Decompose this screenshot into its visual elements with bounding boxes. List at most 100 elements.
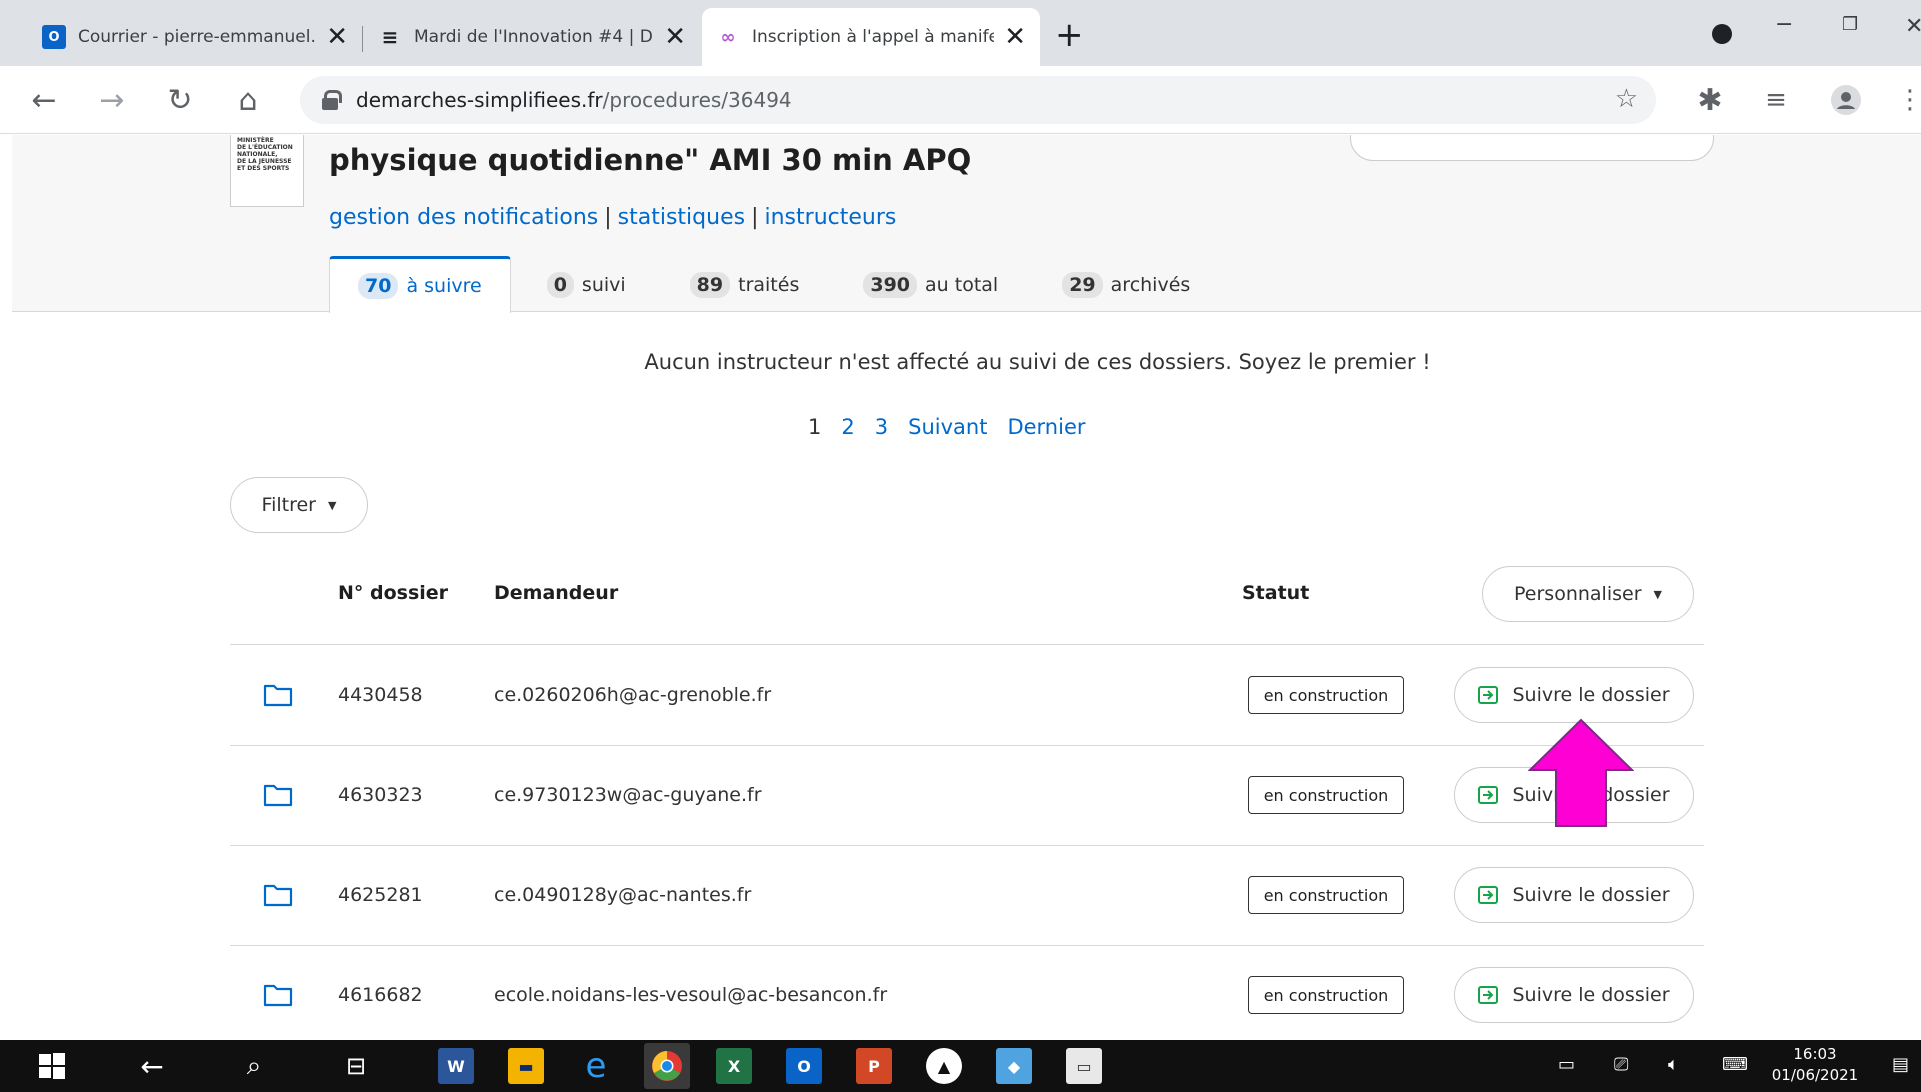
media-queue-icon[interactable]: ≡: [1756, 80, 1796, 120]
header-action-pill[interactable]: [1350, 135, 1714, 161]
customize-label: Personnaliser: [1514, 583, 1642, 605]
search-icon[interactable]: ⌕: [236, 1048, 272, 1084]
tab-a-suivre[interactable]: 70 à suivre: [329, 256, 511, 313]
follow-dossier-button[interactable]: Suivre le dossier: [1454, 967, 1694, 1023]
browser-tab-outlook[interactable]: O Courrier - pierre-emmanuel.pa ✕: [28, 8, 362, 66]
back-arrow-icon[interactable]: ←: [134, 1048, 170, 1084]
clock-time: 16:03: [1793, 1045, 1837, 1063]
applicant-email[interactable]: ecole.noidans-les-vesoul@ac-besancon.fr: [494, 984, 887, 1006]
folder-icon[interactable]: [263, 983, 293, 1007]
home-icon[interactable]: ⌂: [228, 80, 268, 120]
chrome-icon[interactable]: [644, 1043, 690, 1089]
reload-icon[interactable]: ↻: [160, 80, 200, 120]
status-badge: en construction: [1248, 876, 1404, 914]
browser-menu-icon[interactable]: ⋮: [1890, 80, 1921, 120]
close-window-icon[interactable]: ✕: [1905, 14, 1921, 39]
tab-count: 89: [689, 271, 731, 298]
folder-icon[interactable]: [263, 683, 293, 707]
network-icon[interactable]: ⎚: [1614, 1054, 1628, 1075]
tab-count: 29: [1062, 271, 1103, 298]
notifications-link[interactable]: gestion des notifications: [329, 205, 598, 230]
dossier-number[interactable]: 4616682: [338, 984, 423, 1006]
forward-icon[interactable]: →: [92, 80, 132, 120]
applicant-email[interactable]: ce.0490128y@ac-nantes.fr: [494, 884, 751, 906]
browser-tab-inscription[interactable]: ∞ Inscription à l'appel à manifest ✕: [702, 8, 1040, 66]
caret-down-icon: ▼: [1653, 587, 1662, 601]
page-last-link[interactable]: Dernier: [1007, 415, 1085, 439]
tab-au-total[interactable]: 390 au total: [835, 256, 1026, 313]
extensions-icon[interactable]: ✱: [1690, 80, 1730, 120]
task-view-icon[interactable]: ⊟: [338, 1048, 374, 1084]
excel-icon[interactable]: X: [716, 1048, 752, 1084]
tab-traites[interactable]: 89 traités: [662, 256, 828, 313]
infinity-icon: ∞: [720, 26, 736, 48]
keyboard-icon[interactable]: ⌨: [1722, 1054, 1748, 1075]
column-header-status[interactable]: Statut: [1242, 582, 1309, 604]
tab-suivi[interactable]: 0 suivi: [519, 256, 654, 313]
profile-dot-icon[interactable]: [1712, 24, 1732, 44]
lock-icon: [322, 90, 342, 110]
tab-label: suivi: [581, 273, 626, 296]
browser-tab-ditp[interactable]: ≡ Mardi de l'Innovation #4 | DITP ✕: [364, 8, 700, 66]
row-divider: [230, 945, 1704, 946]
folder-icon[interactable]: [263, 783, 293, 807]
file-explorer-icon[interactable]: ▬: [508, 1048, 544, 1084]
volume-icon[interactable]: 🔈︎: [1668, 1054, 1679, 1075]
back-icon[interactable]: ←: [24, 80, 64, 120]
tab-title: Courrier - pierre-emmanuel.pa: [78, 27, 317, 47]
customize-columns-button[interactable]: Personnaliser ▼: [1482, 566, 1694, 622]
terminal-app-icon[interactable]: ▭: [1066, 1048, 1102, 1084]
address-bar[interactable]: demarches-simplifiees.fr/procedures/3649…: [300, 76, 1656, 124]
column-header-applicant[interactable]: Demandeur: [494, 582, 618, 604]
dossier-number[interactable]: 4430458: [338, 684, 423, 706]
edge-icon[interactable]: e: [578, 1046, 614, 1086]
follow-label: Suivre le dossier: [1512, 684, 1670, 706]
page-current: 1: [808, 415, 822, 439]
follow-icon: [1478, 986, 1499, 1004]
close-tab-icon[interactable]: ✕: [1004, 24, 1026, 50]
powerpoint-icon[interactable]: P: [856, 1048, 892, 1084]
tab-label: archivés: [1110, 273, 1191, 296]
new-tab-button[interactable]: +: [1055, 18, 1084, 52]
restore-icon[interactable]: ❐: [1842, 14, 1858, 35]
system-clock[interactable]: 16:03 01/06/2021: [1770, 1044, 1860, 1086]
page-content: MINISTÈRE DE L'ÉDUCATION NATIONALE, DE LA J…: [12, 135, 1921, 1040]
word-icon[interactable]: W: [438, 1048, 474, 1084]
browser-tab-strip: O Courrier - pierre-emmanuel.pa ✕ ≡ Mard…: [0, 0, 1921, 66]
follow-dossier-button[interactable]: Suivre le dossier: [1454, 867, 1694, 923]
minimize-icon[interactable]: −: [1775, 12, 1793, 37]
tab-archives[interactable]: 29 archivés: [1034, 256, 1218, 313]
close-tab-icon[interactable]: ✕: [326, 24, 348, 50]
battery-icon[interactable]: ▭: [1558, 1054, 1575, 1075]
outlook-taskbar-icon[interactable]: O: [786, 1048, 822, 1084]
windows-start-icon[interactable]: [34, 1048, 70, 1084]
tab-title: Inscription à l'appel à manifest: [752, 27, 995, 47]
network-app-icon[interactable]: ◆: [996, 1048, 1032, 1084]
annotation-arrow-icon: [1528, 718, 1634, 827]
page-link-3[interactable]: 3: [875, 415, 888, 439]
url-path: /procedures/36494: [602, 88, 792, 112]
bookmark-star-icon[interactable]: ☆: [1615, 84, 1638, 114]
filter-button[interactable]: Filtrer ▼: [230, 477, 368, 533]
ministry-logo: MINISTÈRE DE L'ÉDUCATION NATIONALE, DE LA J…: [230, 135, 304, 207]
page-link-2[interactable]: 2: [841, 415, 854, 439]
applicant-email[interactable]: ce.0260206h@ac-grenoble.fr: [494, 684, 771, 706]
instructors-link[interactable]: instructeurs: [765, 205, 897, 230]
column-header-number[interactable]: N° dossier: [338, 582, 448, 604]
pagination: 1 2 3 Suivant Dernier: [808, 415, 1106, 439]
page-next-link[interactable]: Suivant: [908, 415, 987, 439]
follow-dossier-button[interactable]: Suivre le dossier: [1454, 667, 1694, 723]
dossier-number[interactable]: 4625281: [338, 884, 423, 906]
follow-icon: [1478, 786, 1499, 804]
tab-title: Mardi de l'Innovation #4 | DITP: [414, 27, 655, 47]
dossier-number[interactable]: 4630323: [338, 784, 423, 806]
close-tab-icon[interactable]: ✕: [664, 24, 686, 50]
tab-label: à suivre: [406, 275, 482, 297]
statistics-link[interactable]: statistiques: [618, 205, 745, 230]
notifications-icon[interactable]: ▤: [1892, 1054, 1909, 1075]
mountain-app-icon[interactable]: ▲: [926, 1048, 962, 1084]
folder-icon[interactable]: [263, 883, 293, 907]
applicant-email[interactable]: ce.9730123w@ac-guyane.fr: [494, 784, 762, 806]
tab-count: 70: [358, 273, 399, 299]
account-icon[interactable]: [1826, 80, 1866, 120]
